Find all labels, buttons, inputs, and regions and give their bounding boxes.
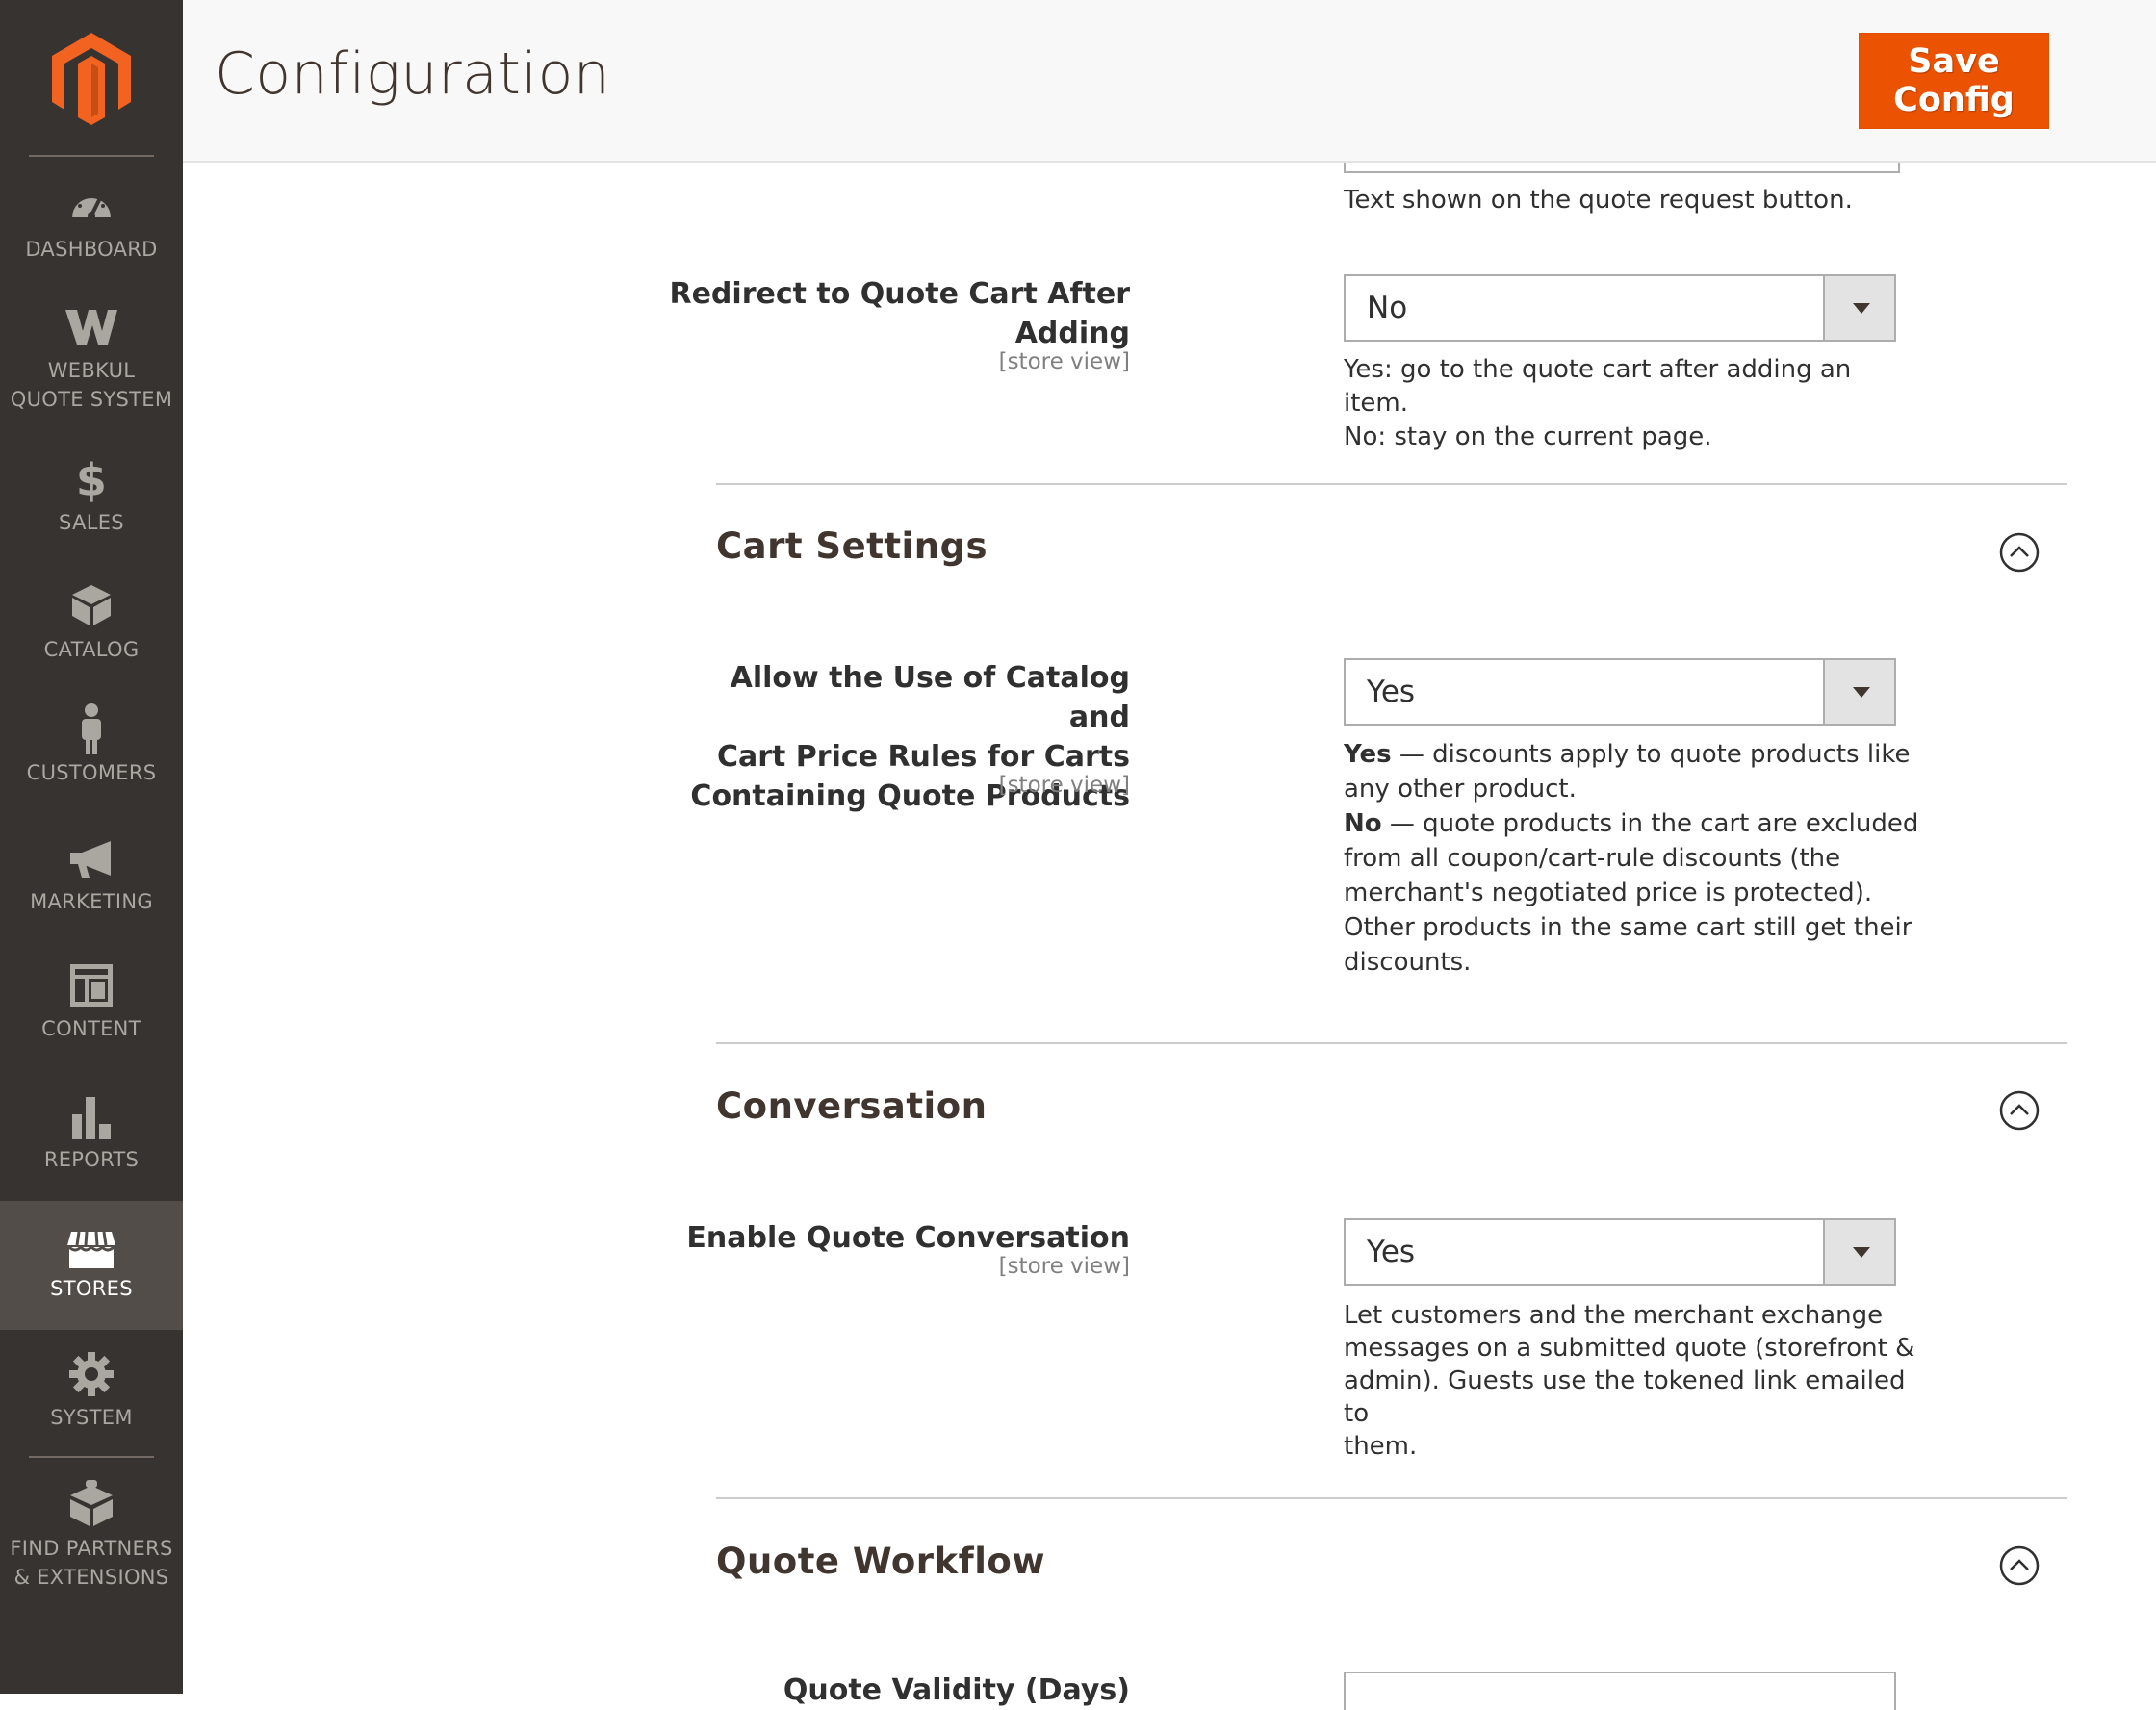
admin-sidebar: DASHBOARD WEBKUL QUOTE SYSTEM $ SALES CA… xyxy=(0,0,183,1694)
redirect-select-value: No xyxy=(1367,291,1408,325)
sidebar-item-label: MARKETING xyxy=(30,890,153,913)
collapse-section-icon[interactable] xyxy=(1998,1089,2040,1132)
magento-logo-icon[interactable] xyxy=(48,29,135,125)
catalog-rules-label-line1: Allow the Use of Catalog and xyxy=(730,661,1130,734)
sidebar-item-label: FIND PARTNERS & EXTENSIONS xyxy=(0,1534,183,1592)
save-config-button[interactable]: Save Config xyxy=(1859,33,2049,129)
catalog-rules-note: Yes — discounts apply to quote products … xyxy=(1344,737,1921,980)
section-divider xyxy=(716,1497,2067,1499)
note-no-line1: — quote products in the cart are exclude… xyxy=(1381,809,1919,838)
redirect-field-label: Redirect to Quote Cart After Adding xyxy=(668,274,1130,353)
sidebar-item-label: SYSTEM xyxy=(50,1406,133,1429)
sidebar-item-find-partners[interactable]: FIND PARTNERS & EXTENSIONS xyxy=(0,1480,183,1609)
sidebar-divider xyxy=(29,1456,154,1458)
sidebar-item-label: WEBKUL QUOTE SYSTEM xyxy=(0,356,183,414)
sidebar-item-label: STORES xyxy=(50,1277,133,1300)
dashboard-icon xyxy=(72,191,111,219)
redirect-select[interactable]: No xyxy=(1344,274,1896,342)
sidebar-item-label-line2: & EXTENSIONS xyxy=(13,1566,169,1589)
sidebar-item-label: CONTENT xyxy=(41,1017,141,1040)
sidebar-item-customers[interactable]: CUSTOMERS xyxy=(0,702,183,831)
section-divider xyxy=(716,483,2067,485)
sidebar-divider xyxy=(29,155,154,157)
collapse-section-icon[interactable] xyxy=(1998,531,2040,574)
sidebar-item-label: CATALOG xyxy=(43,638,140,661)
box-icon xyxy=(72,585,111,625)
redirect-label-line2: Adding xyxy=(1014,317,1130,350)
validity-field-label: Quote Validity (Days) xyxy=(783,1673,1130,1707)
conversation-note: Let customers and the merchant exchange … xyxy=(1344,1299,1921,1463)
storefront-icon xyxy=(67,1231,116,1268)
section-title-conversation[interactable]: Conversation xyxy=(716,1085,988,1127)
page-title: Configuration xyxy=(215,40,611,108)
catalog-rules-label-line2: Cart Price Rules for Carts xyxy=(716,740,1130,774)
conversation-field-label: Enable Quote Conversation xyxy=(686,1221,1130,1255)
sidebar-item-marketing[interactable]: MARKETING xyxy=(0,839,183,968)
note-yes-line2: any other product. xyxy=(1344,775,1577,804)
dollar-icon: $ xyxy=(75,454,108,506)
catalog-rules-select-value: Yes xyxy=(1367,675,1416,709)
config-content: Text shown on the quote request button. … xyxy=(183,0,2156,1710)
sidebar-item-stores[interactable]: STORES xyxy=(0,1201,183,1330)
redirect-note-line2: No: stay on the current page. xyxy=(1344,422,1712,451)
conversation-scope-label: [store view] xyxy=(998,1254,1130,1279)
sidebar-item-sales[interactable]: $ SALES xyxy=(0,458,183,587)
redirect-scope-label: [store view] xyxy=(998,349,1130,374)
megaphone-icon xyxy=(70,841,111,878)
webkul-icon xyxy=(65,310,117,345)
sidebar-item-label-line1: FIND PARTNERS xyxy=(10,1537,173,1560)
section-title-cart-settings[interactable]: Cart Settings xyxy=(716,525,988,567)
sidebar-item-webkul-quote-system[interactable]: WEBKUL QUOTE SYSTEM xyxy=(0,306,183,425)
layout-icon xyxy=(70,964,113,1007)
page-header: Configuration Save Config xyxy=(183,0,2156,163)
redirect-note-line1: Yes: go to the quote cart after adding a… xyxy=(1344,355,1852,418)
sidebar-item-label: DASHBOARD xyxy=(25,238,158,261)
section-title-quote-workflow[interactable]: Quote Workflow xyxy=(716,1541,1045,1582)
sidebar-item-dashboard[interactable]: DASHBOARD xyxy=(0,183,183,312)
note-yes-line1: — discounts apply to quote products like xyxy=(1391,740,1911,769)
button-text-note: Text shown on the quote request button. xyxy=(1344,186,1853,215)
bar-chart-icon xyxy=(72,1097,111,1139)
sidebar-item-label: REPORTS xyxy=(43,1148,140,1171)
validity-input[interactable] xyxy=(1344,1672,1896,1710)
conversation-note-line3: admin). Guests use the tokened link emai… xyxy=(1344,1366,1906,1428)
sidebar-item-label-line2: QUOTE SYSTEM xyxy=(10,388,173,411)
sidebar-item-system[interactable]: SYSTEM xyxy=(0,1351,183,1480)
note-no-line3: merchant's negotiated price is protected… xyxy=(1344,879,1873,907)
sidebar-item-catalog[interactable]: CATALOG xyxy=(0,583,183,712)
note-no-line4: Other products in the same cart still ge… xyxy=(1344,913,1912,942)
collapse-section-icon[interactable] xyxy=(1998,1544,2040,1587)
redirect-label-line1: Redirect to Quote Cart After xyxy=(669,277,1130,311)
redirect-note: Yes: go to the quote cart after adding a… xyxy=(1344,353,1921,454)
conversation-note-line1: Let customers and the merchant exchange xyxy=(1344,1301,1884,1330)
note-yes-strong: Yes xyxy=(1344,740,1392,769)
note-no-line5: discounts. xyxy=(1344,948,1472,977)
sidebar-item-content[interactable]: CONTENT xyxy=(0,962,183,1091)
conversation-select[interactable]: Yes xyxy=(1344,1218,1896,1286)
person-icon xyxy=(82,703,101,754)
sidebar-item-label: CUSTOMERS xyxy=(26,761,157,784)
note-no-strong: No xyxy=(1344,809,1382,838)
note-no-line2: from all coupon/cart-rule discounts (the xyxy=(1344,844,1841,873)
catalog-rules-scope-label: [store view] xyxy=(998,773,1130,798)
chevron-down-icon[interactable] xyxy=(1823,1220,1894,1284)
section-divider xyxy=(716,1042,2067,1044)
conversation-note-line4: them. xyxy=(1344,1432,1418,1461)
sidebar-item-label-line1: WEBKUL xyxy=(47,359,136,382)
gear-icon xyxy=(69,1352,114,1396)
sidebar-item-label: SALES xyxy=(59,511,124,534)
catalog-rules-select[interactable]: Yes xyxy=(1344,658,1896,726)
conversation-select-value: Yes xyxy=(1367,1235,1416,1269)
chevron-down-icon[interactable] xyxy=(1823,276,1894,340)
chevron-down-icon[interactable] xyxy=(1823,660,1894,724)
conversation-note-line2: messages on a submitted quote (storefron… xyxy=(1344,1334,1915,1363)
blocks-icon xyxy=(70,1480,113,1526)
